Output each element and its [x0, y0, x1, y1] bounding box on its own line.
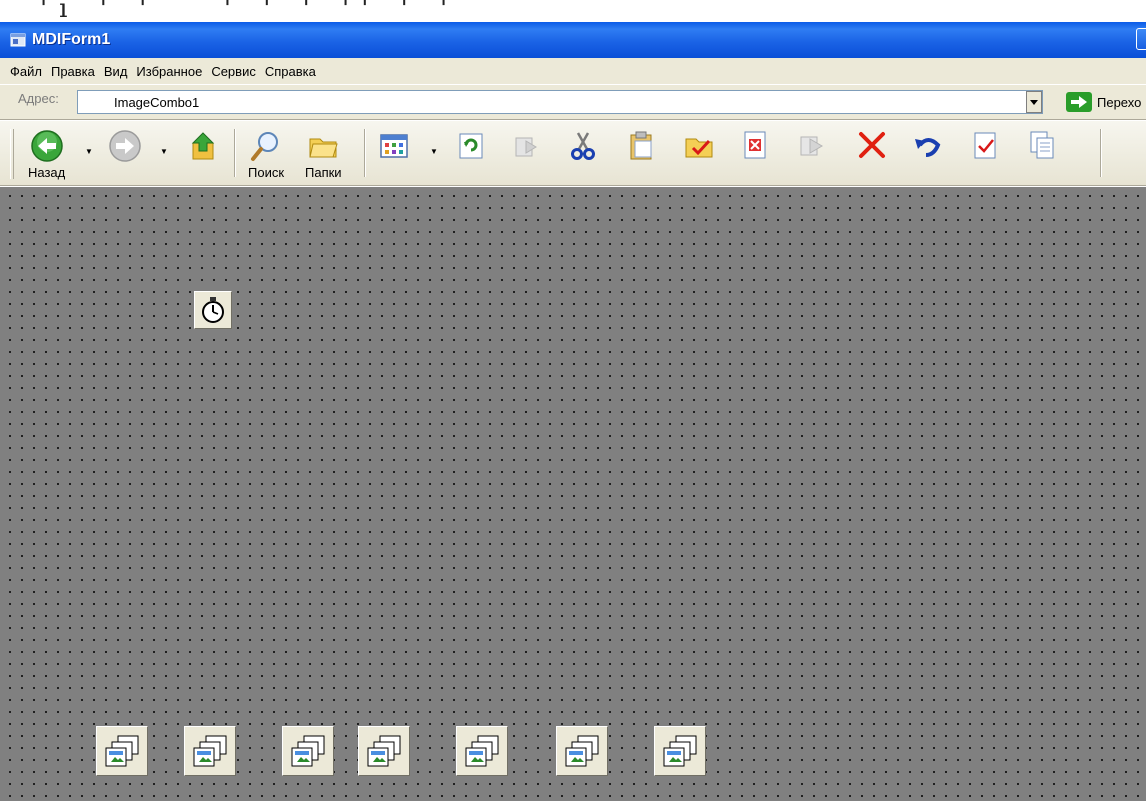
forward-arrow-icon	[109, 130, 141, 162]
window-title: MDIForm1	[32, 31, 111, 48]
properties-button[interactable]	[970, 129, 1000, 163]
copy-to-button[interactable]	[512, 129, 542, 163]
search-label: Поиск	[248, 165, 285, 180]
address-label: Адрес:	[18, 91, 59, 106]
stopwatch-icon	[202, 297, 224, 323]
refresh-button[interactable]	[456, 129, 486, 163]
imagelist-icon	[367, 735, 401, 767]
app-window-icon	[10, 32, 26, 48]
folders-icon	[309, 138, 338, 158]
undo-button[interactable]	[912, 129, 944, 163]
menu-bar: Файл Правка Вид Избранное Сервис Справка	[0, 58, 1146, 84]
share-button[interactable]	[797, 129, 827, 163]
cropped-text-fragments: 'ı ' ' ˙ ' ' ' '' ' '	[40, 0, 460, 20]
delete-button[interactable]	[856, 129, 888, 163]
toolbar-separator	[364, 129, 366, 177]
imagelist-control[interactable]	[654, 726, 706, 776]
copy-button[interactable]	[1027, 129, 1057, 163]
window-control-button[interactable]	[1136, 28, 1146, 50]
move-to-button[interactable]	[683, 129, 715, 163]
imagelist-control[interactable]	[358, 726, 410, 776]
folders-button[interactable]: Папки	[305, 129, 342, 180]
back-dropdown-icon[interactable]: ▼	[85, 147, 93, 156]
toolbar-grip[interactable]	[10, 129, 14, 179]
up-button[interactable]	[187, 129, 219, 163]
document-check-icon	[974, 132, 996, 159]
address-combo[interactable]: ImageCombo1	[77, 90, 1043, 114]
go-arrow-icon	[1066, 92, 1092, 112]
cropped-text-strip: 'ı ' ' ˙ ' ' ' '' ' '	[0, 0, 1146, 20]
imagelist-icon	[465, 735, 499, 767]
imagelist-icon	[291, 735, 325, 767]
views-icon	[380, 134, 408, 158]
forward-dropdown-icon[interactable]: ▼	[160, 147, 168, 156]
back-label: Назад	[28, 165, 66, 180]
imagelist-control[interactable]	[282, 726, 334, 776]
undo-icon	[915, 138, 941, 157]
timer-control[interactable]	[194, 291, 232, 329]
go-button[interactable]: Перехо	[1066, 92, 1141, 112]
menu-file[interactable]: Файл	[10, 64, 42, 79]
imagelist-control[interactable]	[184, 726, 236, 776]
chevron-down-icon	[1030, 99, 1038, 105]
menu-help[interactable]: Справка	[265, 64, 316, 79]
folder-check-icon	[685, 138, 713, 158]
copy-to-disabled-icon	[515, 137, 537, 157]
go-label: Перехо	[1097, 94, 1142, 110]
document-delete-icon	[744, 131, 766, 159]
imagelist-icon	[565, 735, 599, 767]
cut-button[interactable]	[568, 129, 598, 163]
views-dropdown-icon[interactable]: ▼	[430, 147, 438, 156]
paste-button[interactable]	[626, 129, 656, 163]
clipboard-icon	[630, 131, 652, 160]
refresh-icon	[459, 133, 483, 159]
address-value: ImageCombo1	[114, 95, 200, 110]
delete-file-button[interactable]	[740, 129, 770, 163]
address-dropdown-button[interactable]	[1026, 91, 1042, 113]
red-x-icon	[859, 132, 885, 158]
imagelist-control[interactable]	[556, 726, 608, 776]
menu-tools[interactable]: Сервис	[211, 64, 256, 79]
toolbar-separator	[234, 129, 236, 177]
forward-button[interactable]	[108, 129, 142, 163]
scissors-icon	[571, 132, 595, 160]
imagelist-icon	[193, 735, 227, 767]
imagelist-control[interactable]	[456, 726, 508, 776]
views-button[interactable]	[378, 129, 410, 163]
search-button[interactable]: Поиск	[248, 129, 284, 180]
folders-label: Папки	[305, 165, 342, 180]
standard-toolbar: Назад ▼ ▼ Поиск Папки ▼	[0, 120, 1146, 186]
menu-view[interactable]: Вид	[104, 64, 128, 79]
copy-pages-icon	[1030, 131, 1054, 159]
menu-edit[interactable]: Правка	[51, 64, 95, 79]
address-bar: Адрес: ImageCombo1 Перехо	[0, 84, 1146, 120]
back-button[interactable]: Назад	[28, 129, 65, 180]
menu-favorites[interactable]: Избранное	[136, 64, 202, 79]
share-disabled-icon	[800, 136, 823, 156]
title-bar[interactable]: MDIForm1	[0, 22, 1146, 58]
imagelist-icon	[105, 735, 139, 767]
up-folder-icon	[191, 132, 215, 160]
toolbar-separator	[1100, 129, 1102, 177]
imagelist-control[interactable]	[96, 726, 148, 776]
imagelist-icon	[663, 735, 697, 767]
form-design-canvas[interactable]	[0, 187, 1146, 801]
back-arrow-icon	[30, 130, 63, 162]
magnifier-icon	[251, 132, 279, 161]
